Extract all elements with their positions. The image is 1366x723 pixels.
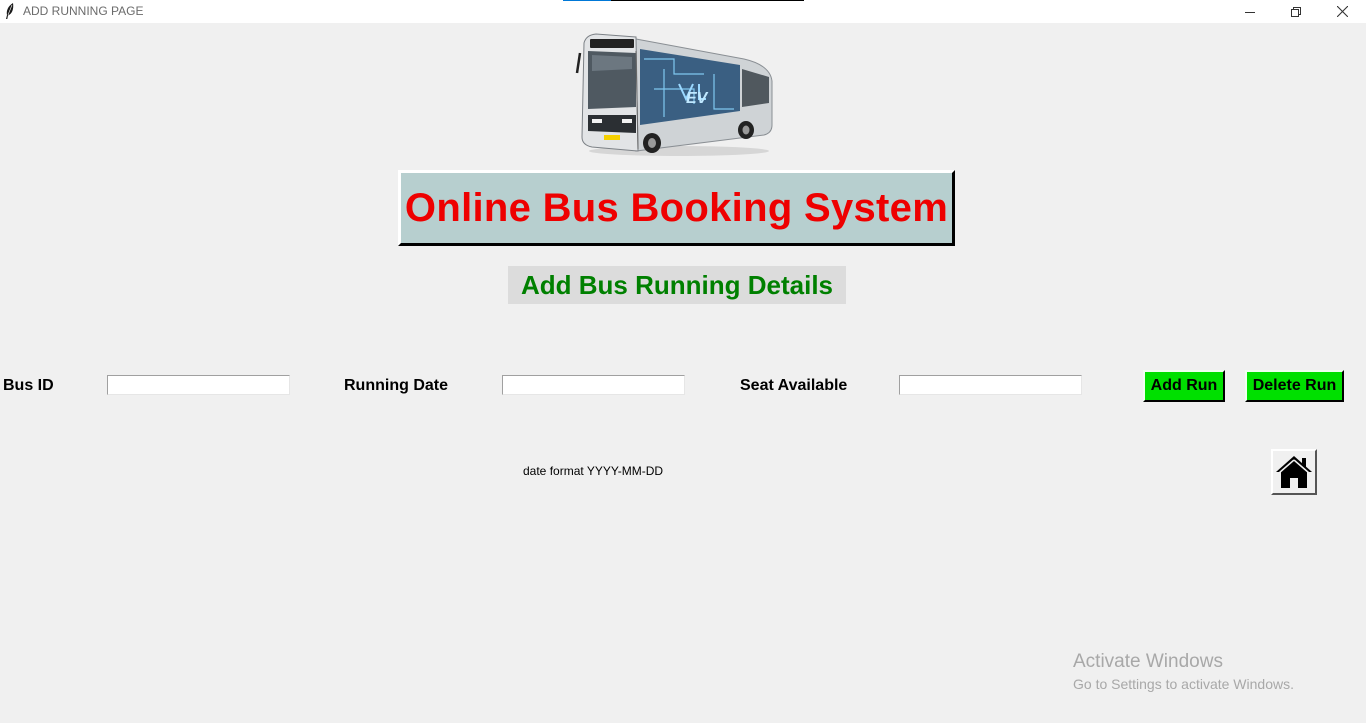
activate-windows-watermark: Activate Windows Go to Settings to activ… bbox=[1073, 651, 1294, 692]
window-title: ADD RUNNING PAGE bbox=[23, 4, 144, 18]
feather-icon bbox=[6, 3, 14, 19]
app-title-banner: Online Bus Booking System bbox=[398, 170, 955, 246]
minimize-icon bbox=[1245, 11, 1255, 13]
home-icon bbox=[1276, 456, 1312, 488]
main-window: EV Online Bus Booking System Add Bus Run… bbox=[0, 23, 1366, 723]
close-icon bbox=[1336, 6, 1348, 17]
page-subtitle-box: Add Bus Running Details bbox=[508, 266, 846, 304]
seat-available-input[interactable] bbox=[899, 375, 1082, 395]
date-format-hint: date format YYYY-MM-DD bbox=[523, 464, 664, 478]
add-run-button[interactable]: Add Run bbox=[1143, 370, 1225, 402]
restore-icon bbox=[1291, 6, 1301, 17]
running-date-label: Running Date bbox=[344, 377, 448, 394]
app-title: Online Bus Booking System bbox=[404, 185, 949, 230]
home-button[interactable] bbox=[1271, 449, 1317, 495]
bus-image: EV bbox=[575, 33, 773, 156]
titlebar-top-line bbox=[563, 0, 804, 1]
seat-available-label: Seat Available bbox=[740, 377, 848, 394]
running-date-input[interactable] bbox=[502, 375, 685, 395]
page-subtitle: Add Bus Running Details bbox=[521, 269, 833, 300]
minimize-button[interactable] bbox=[1227, 0, 1273, 23]
close-button[interactable] bbox=[1319, 0, 1365, 23]
restore-button[interactable] bbox=[1273, 0, 1319, 23]
bus-id-label: Bus ID bbox=[3, 377, 54, 394]
watermark-title: Activate Windows bbox=[1073, 651, 1223, 672]
window-titlebar: ADD RUNNING PAGE bbox=[0, 0, 1366, 23]
bus-badge-text: EV bbox=[686, 90, 709, 107]
bus-id-input[interactable] bbox=[107, 375, 290, 395]
watermark-subtitle: Go to Settings to activate Windows. bbox=[1073, 676, 1294, 692]
delete-run-button[interactable]: Delete Run bbox=[1245, 370, 1344, 402]
